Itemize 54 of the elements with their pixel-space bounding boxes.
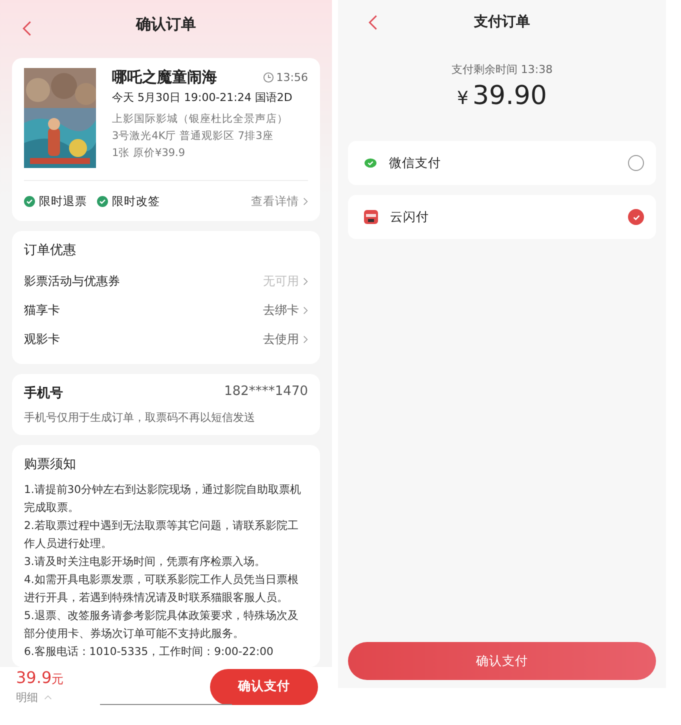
notice-text: 5.退票、改签服务请参考影院具体政策要求，特殊场次及部分使用卡、券场次订单可能不支持此服务。 <box>24 608 300 642</box>
notice-text: 1.请提前30分钟左右到达影院现场，通过影院自助取票机完成取票。 <box>24 482 302 516</box>
payment-option[interactable]: 微信支付 <box>348 141 656 185</box>
check-icon <box>97 196 108 206</box>
countdown: 13:56 <box>276 71 308 84</box>
currency-symbol: ¥ <box>457 88 468 109</box>
check-icon <box>24 196 35 206</box>
movie-title: 哪吒之魔童闹海 <box>112 68 217 87</box>
payment-amount: 39.90 <box>472 81 547 111</box>
chat-bubble-icon <box>364 158 377 168</box>
section-title: 订单优惠 <box>24 242 77 259</box>
policy-label: 限时退票 <box>39 194 87 208</box>
discount-action[interactable]: 去使用 <box>263 331 299 348</box>
page-title: 确认订单 <box>136 14 196 34</box>
discount-label: 影票活动与优惠券 <box>24 273 121 290</box>
notice-text: 3.请及时关注电影开场时间，凭票有序检票入场。 <box>24 554 266 570</box>
section-title: 手机号 <box>24 384 63 402</box>
radio-button[interactable] <box>628 155 644 171</box>
price-info: 1张 原价¥39.9 <box>112 146 186 160</box>
notice-text: 4.如需开具电影票发票，可联系影院工作人员凭当日票根进行开具，若遇到特殊情况请及时联系猫眼客服人员。 <box>24 572 300 606</box>
check-icon <box>632 212 640 222</box>
card-icon <box>364 210 378 224</box>
notice-text: 6.客服电话：1010-5335，工作时间：9:00-22:00 <box>24 644 274 660</box>
policy-label: 限时改签 <box>112 194 160 208</box>
payment-option[interactable]: 云闪付 <box>348 195 656 239</box>
showtime: 今天 5月30日 19:00-21:24 国语2D <box>112 90 294 105</box>
chevron-icon <box>303 306 308 315</box>
chevron-icon <box>303 196 308 206</box>
payment-timer: 支付剩余时间 13:38 <box>451 62 553 77</box>
back-icon[interactable] <box>368 14 378 31</box>
payment-method-name: 微信支付 <box>389 154 442 172</box>
radio-button[interactable] <box>628 209 644 225</box>
phone-number: 182****1470 <box>224 384 308 401</box>
notice-text: 2.若取票过程中遇到无法取票等其它问题，请联系影院工作人员进行处理。 <box>24 518 300 552</box>
payment-method-name: 云闪付 <box>390 208 430 226</box>
discount-label: 猫享卡 <box>24 302 61 319</box>
discount-action[interactable]: 去绑卡 <box>263 302 299 319</box>
chevron-icon <box>303 335 308 344</box>
confirm-pay-button[interactable]: 确认支付 <box>210 668 318 704</box>
discount-label: 观影卡 <box>24 331 61 348</box>
clock-icon <box>263 72 274 83</box>
total-price: 39.9 <box>16 668 52 687</box>
details-link[interactable]: 查看详情 <box>251 194 299 208</box>
confirm-pay-button[interactable]: 确认支付 <box>348 642 656 680</box>
section-title: 购票须知 <box>24 456 77 473</box>
details-toggle[interactable]: 明细 <box>16 690 38 705</box>
seat-info: 3号激光4K厅 普通观影区 7排3座 <box>112 129 274 143</box>
phone-note: 手机号仅用于生成订单，取票码不再以短信发送 <box>24 410 256 425</box>
chevron-icon <box>303 277 308 286</box>
price-unit: 元 <box>52 672 64 686</box>
back-icon[interactable] <box>22 20 32 37</box>
cinema-name: 上影国际影城（银座杜比全景声店） <box>112 112 289 126</box>
caret-icon <box>44 695 52 700</box>
page-title: 支付订单 <box>474 13 530 31</box>
